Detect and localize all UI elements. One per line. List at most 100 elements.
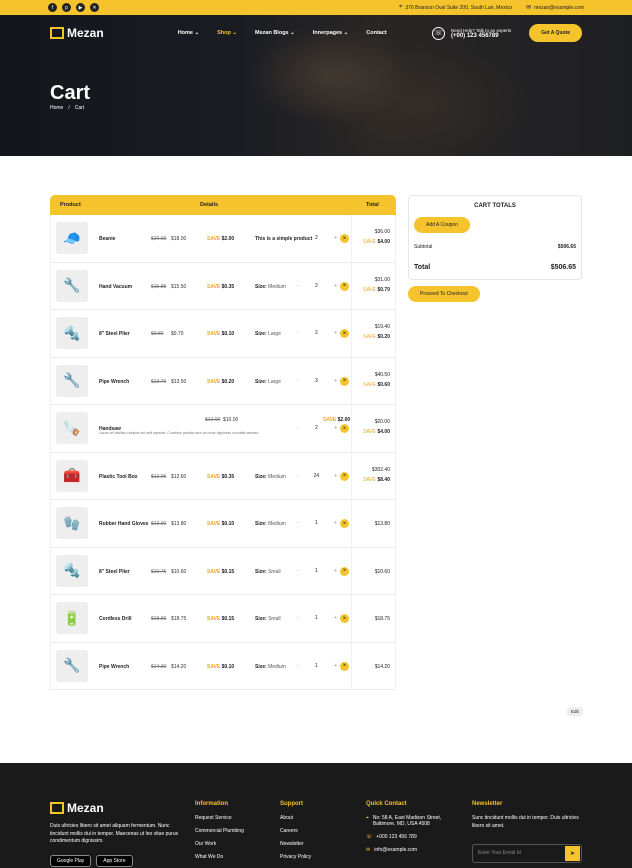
product-name[interactable]: Beanie — [99, 236, 115, 242]
footer-link-our-work[interactable]: Our Work — [195, 841, 244, 847]
help-phone[interactable]: (+00) 123 456789 — [451, 33, 511, 39]
qty-increase[interactable]: + — [334, 378, 337, 384]
nav-home[interactable]: Home ⌄ — [178, 30, 199, 36]
quantity-stepper[interactable]: - 2 + — [297, 421, 337, 435]
qty-value[interactable]: 3 — [315, 378, 318, 384]
email-info[interactable]: ✉ mezan@example.com — [526, 4, 584, 12]
email-text[interactable]: mezan@example.com — [534, 5, 584, 11]
qty-increase[interactable]: + — [334, 425, 337, 431]
remove-item-icon[interactable]: × — [340, 281, 349, 291]
product-name[interactable]: Pipe Wrench — [99, 379, 129, 385]
qty-increase[interactable]: + — [334, 615, 337, 621]
qty-decrease[interactable]: - — [297, 568, 299, 574]
product-thumbnail[interactable]: 🧰 — [56, 459, 88, 492]
qty-decrease[interactable]: - — [297, 425, 299, 431]
breadcrumb-home[interactable]: Home — [50, 105, 63, 111]
pinterest-icon[interactable]: p — [62, 3, 71, 12]
product-thumbnail[interactable]: 🔩 — [56, 554, 88, 587]
nav-blogs[interactable]: Mezan Blogs ⌄ — [255, 30, 295, 36]
remove-item-icon[interactable]: × — [340, 424, 349, 433]
qty-value[interactable]: 1 — [315, 615, 318, 621]
product-thumbnail[interactable]: 🧤 — [56, 507, 88, 539]
remove-item-icon[interactable]: × — [340, 519, 349, 528]
footer-link-commercial-plumbing[interactable]: Commercial Plumbing — [195, 828, 244, 834]
qty-decrease[interactable]: - — [297, 235, 299, 241]
footer-link-privacy[interactable]: Privacy Policy — [280, 854, 311, 860]
product-thumbnail[interactable]: 🧢 — [56, 222, 88, 254]
quantity-stepper[interactable]: - 1 + — [297, 659, 337, 673]
product-thumbnail[interactable]: 🪚 — [56, 412, 88, 444]
logo[interactable]: Mezan — [50, 26, 104, 40]
footer-logo[interactable]: Mezan — [50, 801, 104, 815]
qty-decrease[interactable]: - — [297, 520, 299, 526]
proceed-checkout-button[interactable]: Proceed To Checkout — [408, 286, 480, 302]
quantity-stepper[interactable]: - 1 + — [297, 516, 337, 530]
nav-innerpages[interactable]: Innerpages ⌄ — [313, 30, 348, 36]
product-name[interactable]: Hand Vacuum — [99, 284, 132, 290]
quantity-stepper[interactable]: - 1 + — [297, 611, 337, 625]
footer-link-what-we-do[interactable]: What We Do — [195, 854, 244, 860]
youtube-icon[interactable]: ▶ — [76, 3, 85, 12]
qty-increase[interactable]: + — [334, 568, 337, 574]
qty-value[interactable]: 2 — [315, 283, 318, 289]
qty-increase[interactable]: + — [334, 520, 337, 526]
qty-value[interactable]: 1 — [315, 568, 318, 574]
contact-phone[interactable]: ☏ +000 123 456 789 — [366, 834, 456, 840]
x-icon[interactable]: ✕ — [90, 3, 99, 12]
qty-value[interactable]: 2 — [315, 425, 318, 431]
remove-item-icon[interactable]: × — [340, 329, 349, 338]
product-name[interactable]: Rubber Hand Gloves — [99, 521, 148, 527]
get-quote-button[interactable]: Get A Quote — [529, 24, 582, 42]
qty-decrease[interactable]: - — [297, 473, 299, 479]
facebook-icon[interactable]: f — [48, 3, 57, 12]
product-name[interactable]: Plastic Tool Box — [99, 474, 138, 480]
qty-decrease[interactable]: - — [297, 615, 299, 621]
product-name[interactable]: Pipe Wrench — [99, 664, 129, 670]
product-name[interactable]: 8" Steel Plier — [99, 569, 130, 575]
quantity-stepper[interactable]: - 2 + — [297, 326, 337, 340]
footer-link-newsletter[interactable]: Newsletter — [280, 841, 311, 847]
qty-increase[interactable]: + — [334, 235, 337, 241]
add-coupon-button[interactable]: Add A Coupon — [414, 217, 470, 233]
remove-item-icon[interactable]: × — [340, 614, 349, 623]
quantity-stepper[interactable]: - 2 + — [297, 279, 337, 293]
product-thumbnail[interactable]: 🔧 — [56, 649, 88, 682]
qty-increase[interactable]: + — [334, 663, 337, 669]
qty-value[interactable]: 2 — [315, 235, 318, 241]
remove-item-icon[interactable]: × — [340, 566, 349, 576]
product-thumbnail[interactable]: 🔩 — [56, 317, 88, 349]
qty-increase[interactable]: + — [334, 330, 337, 336]
app-store-button[interactable]: App Store — [96, 855, 133, 867]
quantity-stepper[interactable]: - 24 + — [297, 469, 337, 483]
newsletter-submit-button[interactable]: ➤ — [565, 846, 580, 861]
product-thumbnail[interactable]: 🔧 — [56, 269, 88, 302]
product-thumbnail[interactable]: 🔧 — [56, 364, 88, 397]
contact-email-text[interactable]: info@example.com — [374, 847, 417, 853]
nav-contact[interactable]: Contact — [366, 30, 386, 36]
remove-item-icon[interactable]: × — [340, 234, 349, 243]
remove-item-icon[interactable]: × — [340, 661, 349, 671]
contact-email[interactable]: ✉ info@example.com — [366, 847, 456, 853]
edit-button[interactable]: Edit — [567, 707, 583, 716]
footer-link-about[interactable]: About — [280, 815, 311, 821]
quantity-stepper[interactable]: - 1 + — [297, 564, 337, 578]
remove-item-icon[interactable]: × — [340, 376, 349, 386]
qty-increase[interactable]: + — [334, 283, 337, 289]
quantity-stepper[interactable]: - 2 + — [297, 231, 337, 245]
qty-decrease[interactable]: - — [297, 283, 299, 289]
qty-value[interactable]: 24 — [314, 473, 320, 479]
quantity-stepper[interactable]: - 3 + — [297, 374, 337, 388]
product-name[interactable]: Cordless Drill — [99, 616, 132, 622]
product-thumbnail[interactable]: 🔋 — [56, 602, 88, 634]
qty-value[interactable]: 1 — [315, 520, 318, 526]
qty-value[interactable]: 1 — [315, 663, 318, 669]
qty-value[interactable]: 2 — [315, 330, 318, 336]
footer-link-request-service[interactable]: Request Service — [195, 815, 244, 821]
remove-item-icon[interactable]: × — [340, 471, 349, 481]
qty-decrease[interactable]: - — [297, 330, 299, 336]
qty-decrease[interactable]: - — [297, 663, 299, 669]
qty-increase[interactable]: + — [334, 473, 337, 479]
nav-shop[interactable]: Shop ⌄ — [217, 30, 237, 36]
qty-decrease[interactable]: - — [297, 378, 299, 384]
google-play-button[interactable]: Google Play — [50, 855, 92, 867]
